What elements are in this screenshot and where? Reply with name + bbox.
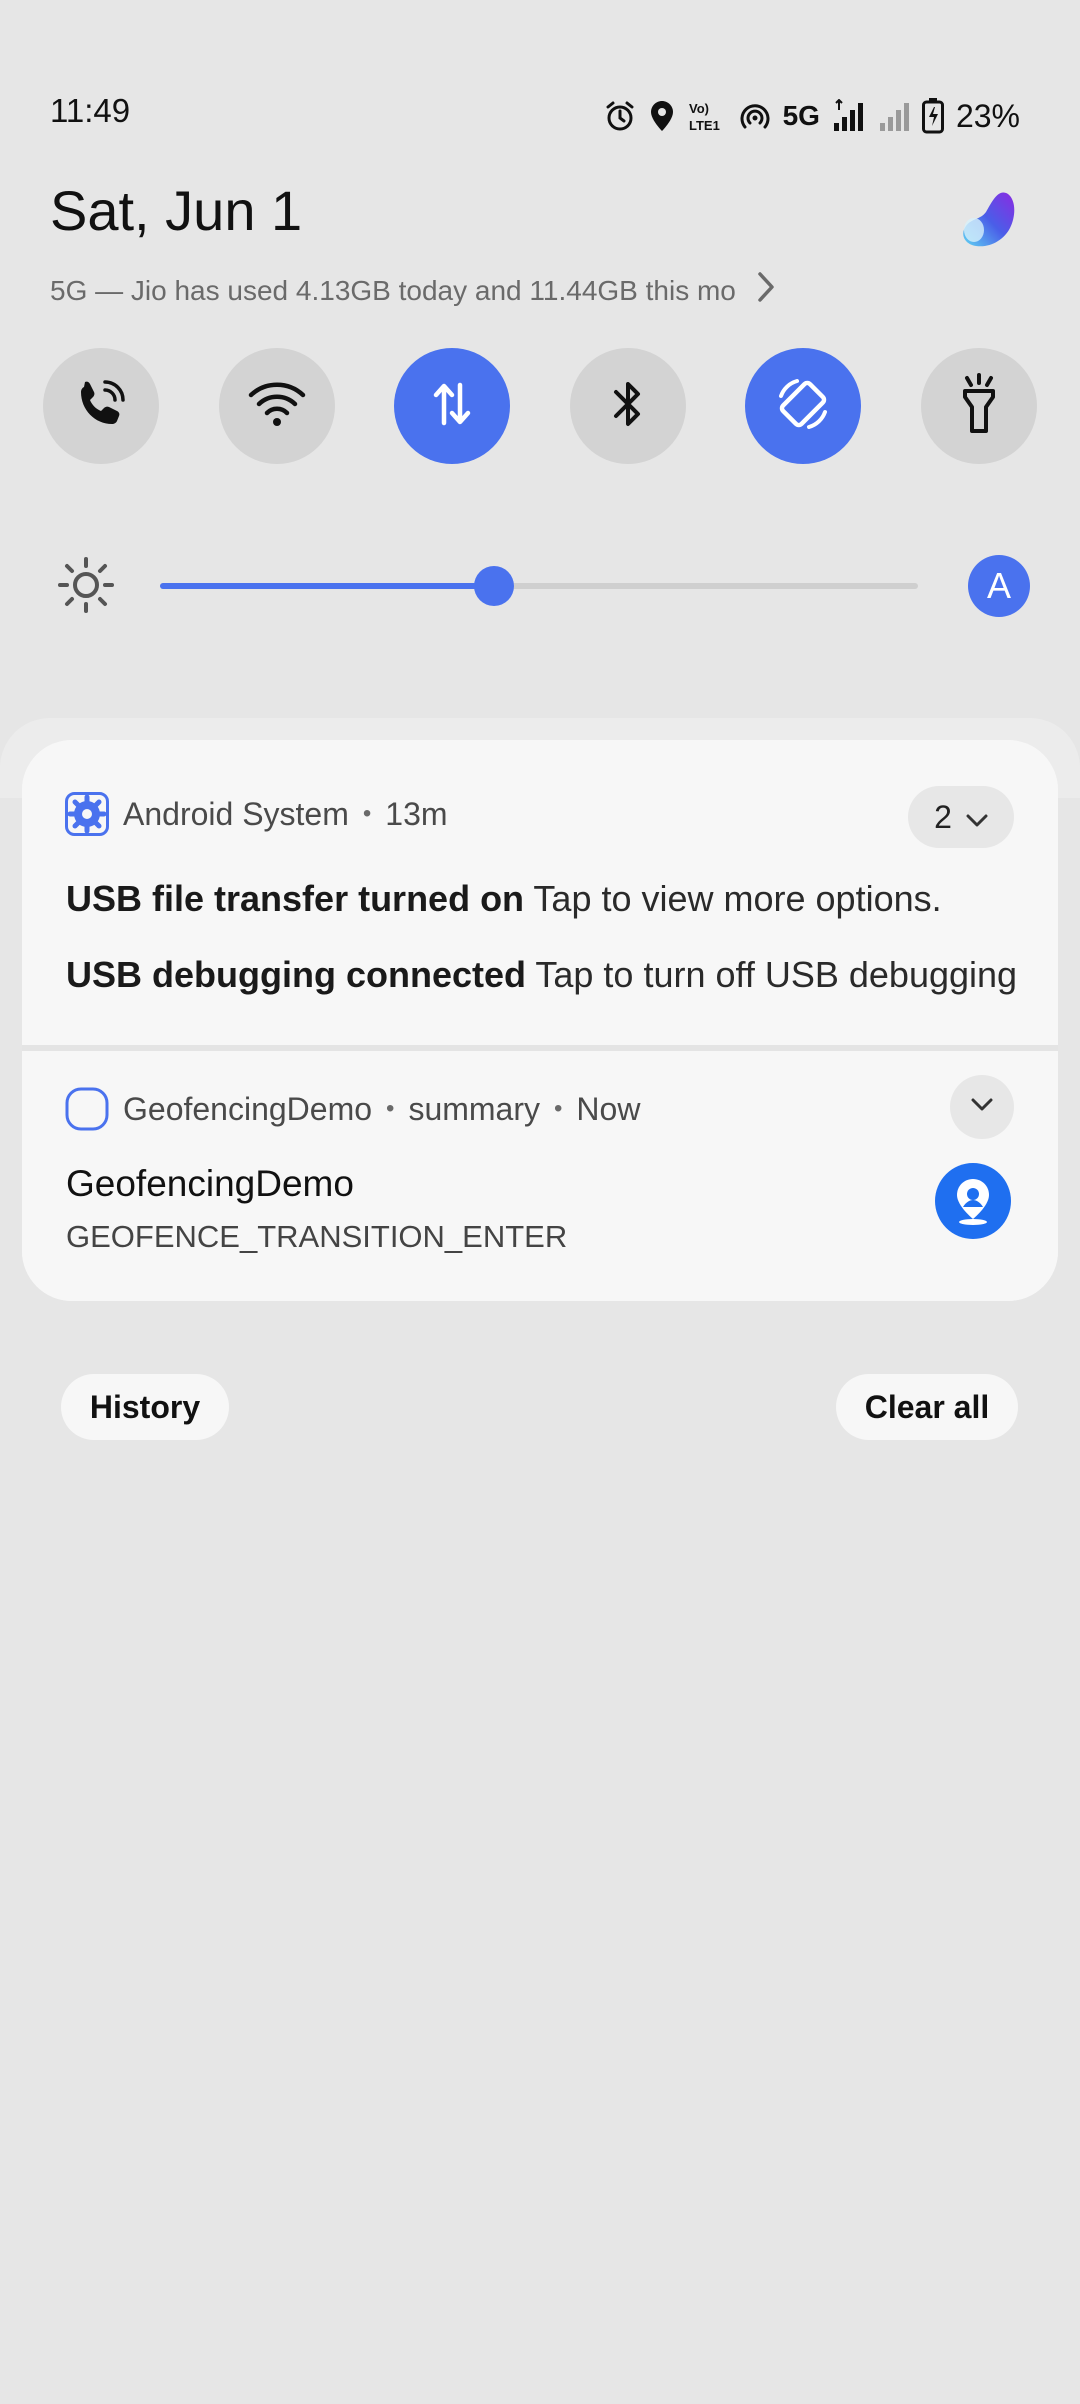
battery-percent: 23% <box>955 97 1020 134</box>
svg-text:Vo): Vo) <box>689 101 709 116</box>
svg-text:LTE1: LTE1 <box>689 118 720 133</box>
notification-header: Android System • 13m <box>65 792 448 836</box>
notification-subtext: summary <box>408 1090 540 1127</box>
rotate-icon <box>773 374 833 439</box>
brightness-sun-icon <box>56 555 116 615</box>
notification-geofencing-demo[interactable]: GeofencingDemo • summary • Now Geofencin… <box>22 1051 1058 1301</box>
brightness-slider-fill <box>160 583 494 589</box>
expand-button[interactable] <box>950 1075 1014 1139</box>
notification-line-title: USB file transfer turned on <box>66 878 525 919</box>
notification-line-text: Tap to view more options. <box>533 878 942 919</box>
chevron-down-icon <box>966 799 988 836</box>
auto-brightness-button[interactable]: A <box>968 555 1030 617</box>
notification-line-text: Tap to turn off USB debugging <box>535 954 1018 995</box>
flashlight-icon <box>957 372 1001 440</box>
qs-tile-wifi-calling[interactable] <box>43 348 159 464</box>
status-time: 11:49 <box>50 92 131 129</box>
notification-time: Now <box>576 1090 641 1127</box>
notification-header: GeofencingDemo • summary • Now <box>65 1087 640 1131</box>
notification-count: 2 <box>934 798 952 835</box>
hotspot-icon <box>739 99 771 133</box>
data-usage-row[interactable]: 5G — Jio has used 4.13GB today and 11.44… <box>50 270 778 311</box>
location-icon <box>649 99 675 133</box>
notification-app-name: Android System <box>123 795 349 832</box>
notification-line-usb-file-transfer[interactable]: USB file transfer turned on Tap to view … <box>66 878 1026 920</box>
history-button[interactable]: History <box>61 1374 229 1440</box>
qs-tile-flashlight[interactable] <box>920 348 1037 464</box>
app-placeholder-icon <box>65 1087 109 1131</box>
notification-line-title: USB debugging connected <box>66 954 527 995</box>
android-system-gear-icon <box>65 792 109 836</box>
network-type-label: 5G <box>782 100 820 131</box>
alarm-icon <box>603 99 637 133</box>
notification-card: Android System • 13m 2 USB file transfer… <box>22 740 1058 1301</box>
notification-text: GEOFENCE_TRANSITION_ENTER <box>66 1219 568 1254</box>
qs-tile-mobile-data[interactable] <box>394 348 511 464</box>
chevron-down-icon <box>971 1098 993 1117</box>
battery-charging-icon <box>921 98 944 134</box>
signal-strong-icon <box>832 99 866 133</box>
notification-line-usb-debugging[interactable]: USB debugging connected Tap to turn off … <box>66 954 1026 996</box>
status-icons: Vo) LTE1 5G 23% <box>603 96 1020 136</box>
notification-title: GeofencingDemo <box>66 1163 354 1204</box>
date-label: Sat, Jun 1 <box>50 179 303 242</box>
user-avatar[interactable] <box>958 190 1018 250</box>
chevron-right-icon <box>754 270 778 311</box>
phone-wifi-icon <box>73 376 129 437</box>
bluetooth-icon <box>608 376 648 437</box>
quick-settings-row <box>43 348 1037 464</box>
data-usage-text: 5G — Jio has used 4.13GB today and 11.44… <box>50 274 736 306</box>
notification-time: 13m <box>385 795 448 832</box>
wifi-icon <box>247 379 307 434</box>
brightness-slider[interactable] <box>160 566 918 606</box>
status-bar: 11:49 Vo) LTE1 5G 23% <box>0 0 1080 134</box>
signal-weak-icon <box>878 99 910 133</box>
clear-all-button[interactable]: Clear all <box>836 1374 1018 1440</box>
data-arrows-icon <box>430 379 474 434</box>
brightness-slider-thumb[interactable] <box>473 566 514 606</box>
notification-group-android-system[interactable]: Android System • 13m 2 USB file transfer… <box>22 740 1058 1045</box>
qs-tile-auto-rotate[interactable] <box>745 348 862 464</box>
notification-app-name: GeofencingDemo <box>123 1090 373 1127</box>
volte-icon: Vo) LTE1 <box>687 99 727 133</box>
brightness-row: A <box>0 545 1080 625</box>
location-person-icon <box>935 1163 1011 1239</box>
qs-tile-bluetooth[interactable] <box>569 348 686 464</box>
qs-tile-wifi[interactable] <box>218 348 335 464</box>
expand-count-button[interactable]: 2 <box>908 786 1014 848</box>
